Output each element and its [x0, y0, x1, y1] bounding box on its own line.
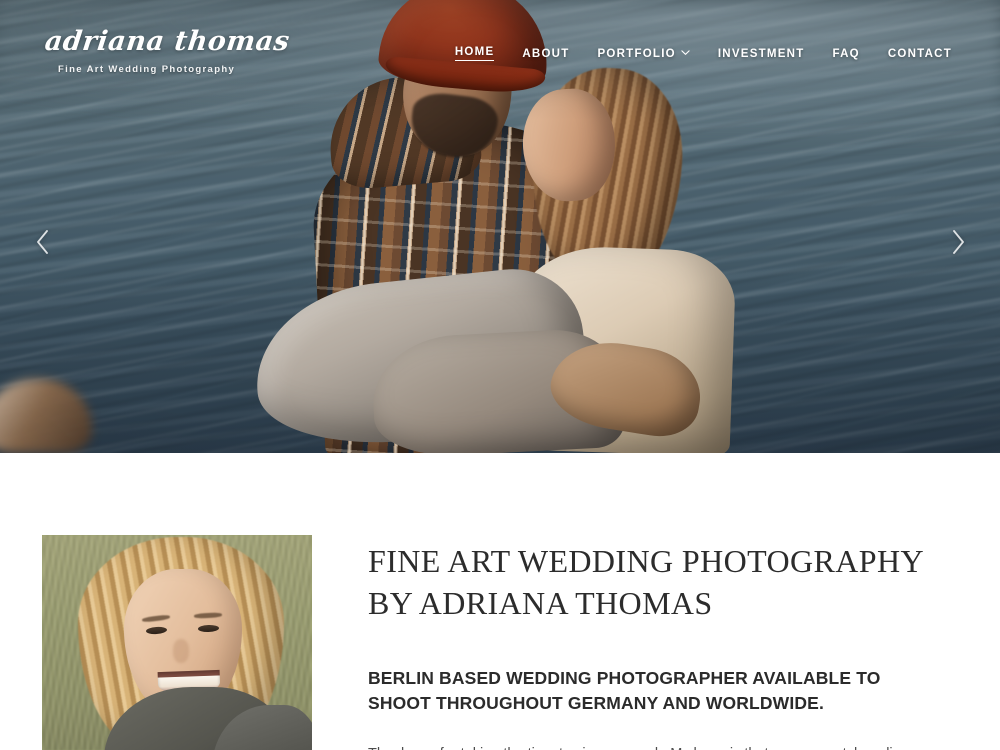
nav-label-about: ABOUT: [522, 47, 570, 60]
chevron-down-icon: [681, 48, 690, 57]
nav-label-faq: FAQ: [832, 47, 860, 60]
nav-label-home: HOME: [454, 46, 495, 61]
intro-section: FINE ART WEDDING PHOTOGRAPHY BY ADRIANA …: [0, 453, 1000, 750]
nav-item-portfolio[interactable]: PORTFOLIO: [584, 44, 704, 64]
main-navigation: HOME ABOUT PORTFOLIO INVESTMENT FAQ CONT…: [441, 42, 966, 65]
nav-item-home[interactable]: HOME: [441, 42, 509, 65]
intro-paragraph: Thank you for taking the time to view my…: [368, 742, 940, 750]
nav-item-contact[interactable]: CONTACT: [874, 44, 966, 64]
nav-item-investment[interactable]: INVESTMENT: [704, 44, 819, 64]
page-title: FINE ART WEDDING PHOTOGRAPHY BY ADRIANA …: [368, 543, 923, 621]
chevron-left-icon: [35, 229, 50, 255]
nav-item-about[interactable]: ABOUT: [508, 44, 583, 64]
site-header: adriana thomas Fine Art Wedding Photogra…: [0, 0, 1000, 105]
slider-next-button[interactable]: [938, 222, 978, 262]
intro-text-block: FINE ART WEDDING PHOTOGRAPHY BY ADRIANA …: [368, 535, 940, 750]
nav-item-faq[interactable]: FAQ: [818, 44, 873, 64]
logo-tagline: Fine Art Wedding Photography: [58, 64, 236, 75]
slider-prev-button[interactable]: [22, 222, 62, 262]
nav-label-contact: CONTACT: [887, 47, 952, 60]
chevron-right-icon: [951, 229, 966, 255]
site-logo[interactable]: adriana thomas Fine Art Wedding Photogra…: [43, 26, 292, 75]
nav-label-portfolio: PORTFOLIO: [597, 47, 676, 60]
photographer-portrait: [42, 535, 312, 750]
portrait-nose: [173, 639, 189, 663]
nav-label-investment: INVESTMENT: [717, 47, 805, 60]
hero-slider: adriana thomas Fine Art Wedding Photogra…: [0, 0, 1000, 453]
logo-name: adriana thomas: [43, 26, 292, 57]
intro-subtitle: BERLIN BASED WEDDING PHOTOGRAPHER AVAILA…: [368, 668, 881, 714]
